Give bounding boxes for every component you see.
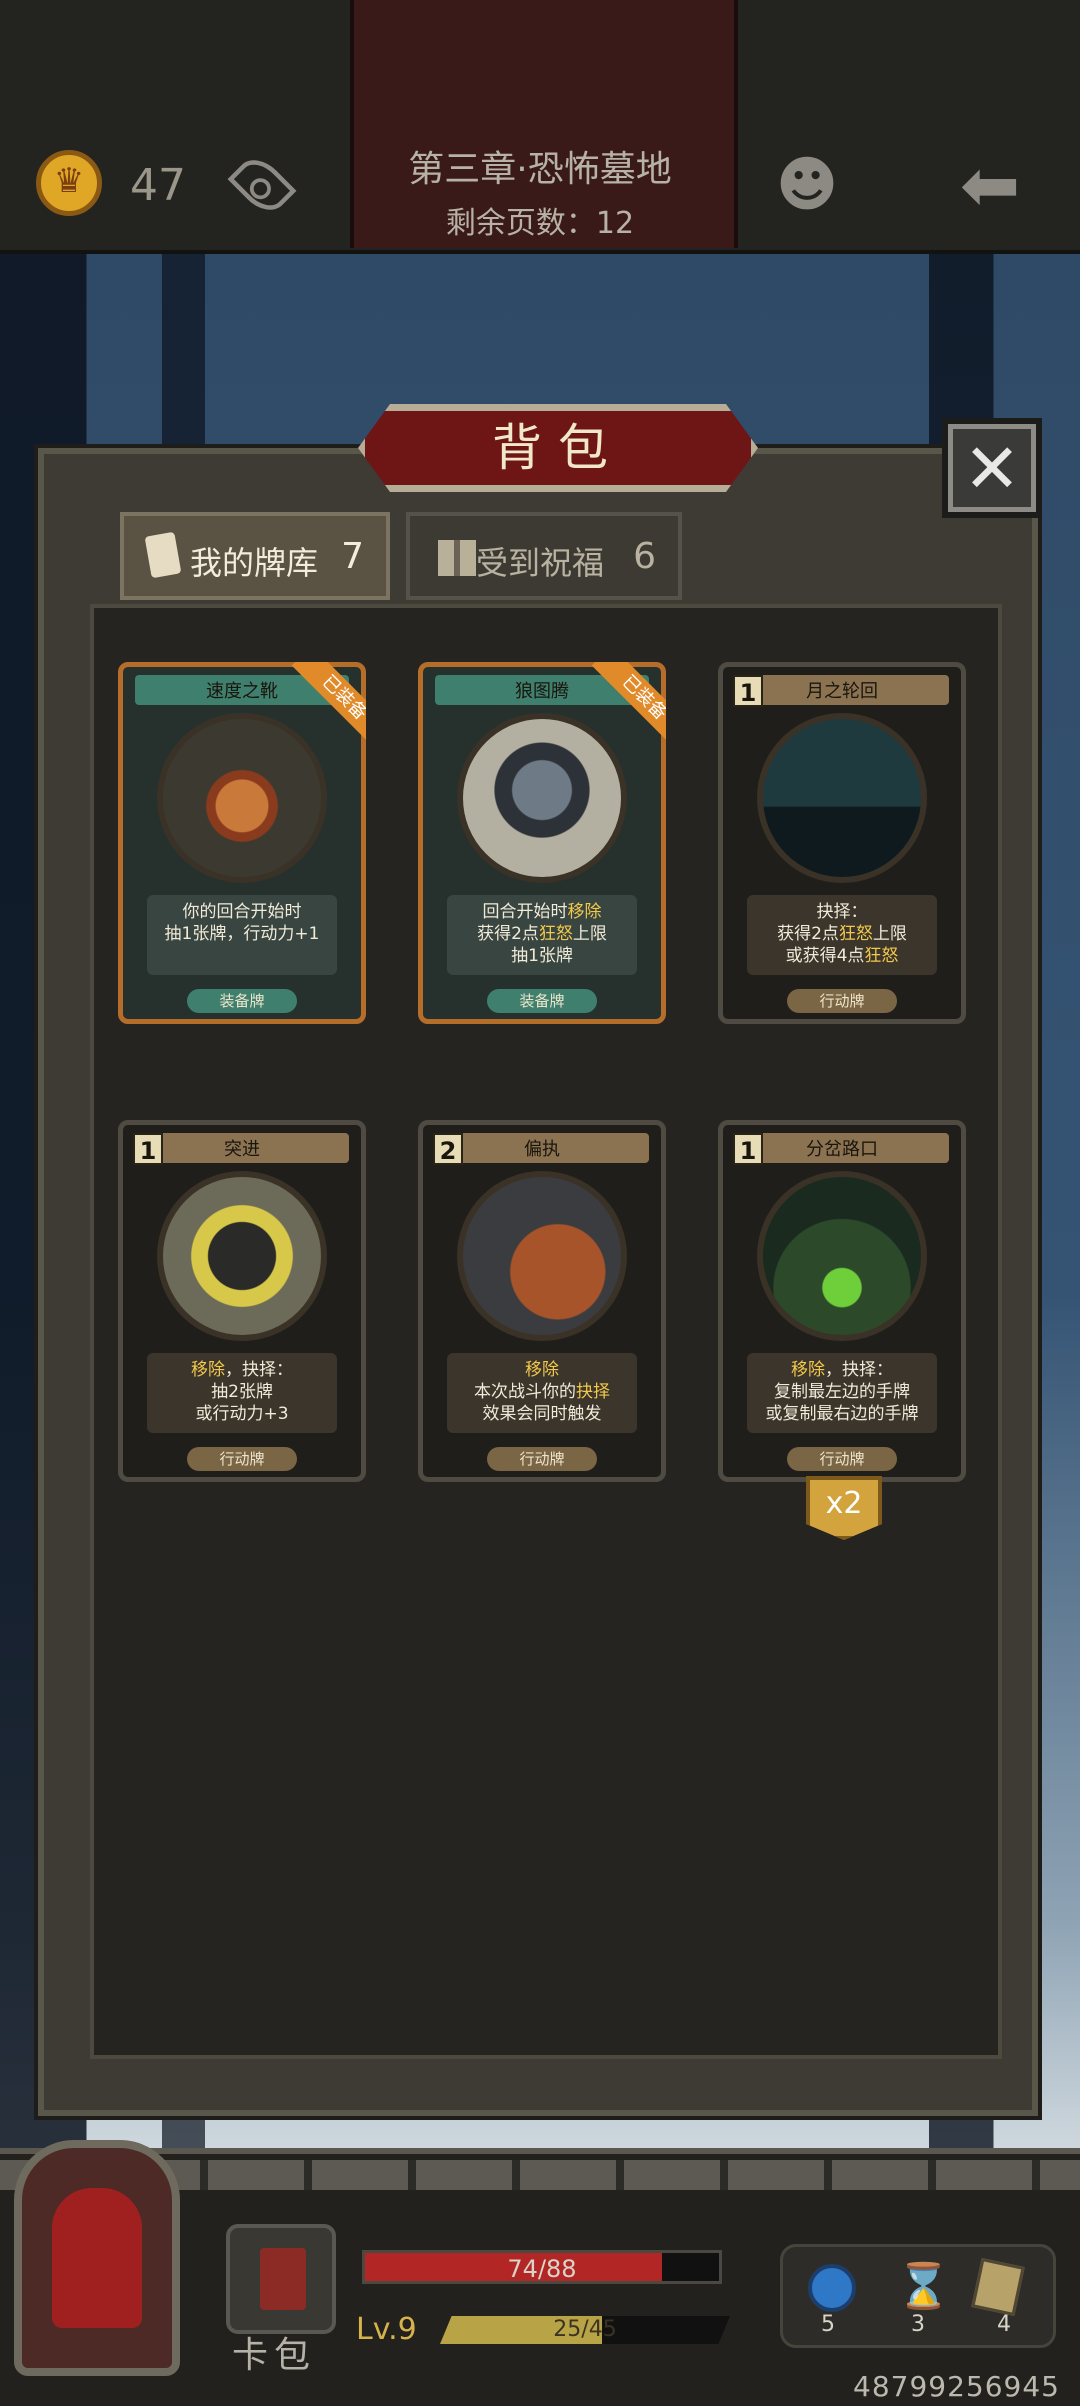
desc-line: 复制最左边的手牌 [774,1382,910,1402]
equipped-label: 已装备 [291,662,366,751]
footer-id: 48799256945 [853,2370,1060,2403]
desc-line: 获得2点狂怒上限 [777,924,907,944]
card-name: 偏执 [524,1139,560,1160]
desc-line: 效果会同时触发 [482,1404,602,1424]
card-type: 行动牌 [787,1447,897,1471]
character-portrait[interactable] [14,2140,180,2376]
equipped-ribbon: 已装备 [276,662,366,752]
card-type: 装备牌 [187,989,297,1013]
tab-label: 受到祝福 [476,544,605,582]
card-wolf-totem[interactable]: 狼图腾 回合开始时移除 获得2点狂怒上限 抽1张牌 装备牌 已装备 [418,662,666,1024]
close-icon: ✕ [963,430,1021,509]
card-cost: 1 [733,1133,763,1165]
tab-label: 我的牌库 [190,544,319,582]
werewolf-dash-art [157,1171,327,1341]
xp-text: 25/45 [553,2317,617,2342]
card-paranoia[interactable]: 偏执 2 移除 本次战斗你的抉择 效果会同时触发 行动牌 [418,1120,666,1482]
card-description: 你的回合开始时 抽1张牌，行动力+1 [147,895,337,975]
card-description: 移除，抉择： 抽2张牌 或行动力+3 [147,1353,337,1433]
close-button[interactable]: ✕ [942,418,1042,518]
card-cost: 1 [733,675,763,707]
xp-bar: 25/45 [440,2316,730,2344]
card-pack-icon[interactable] [226,2224,336,2334]
card-type: 行动牌 [487,1447,597,1471]
health-bar: 74/88 [362,2250,722,2284]
card-name: 分岔路口 [806,1139,878,1160]
gift-icon [438,540,476,576]
card-dash[interactable]: 突进 1 移除，抉择： 抽2张牌 或行动力+3 行动牌 [118,1120,366,1482]
desc-line: 或复制最右边的手牌 [765,1404,919,1424]
desc-line: 本次战斗你的抉择 [474,1382,610,1402]
desc-line: 抽1张牌，行动力+1 [164,924,320,944]
gold-coin-icon [36,150,102,216]
card-type: 行动牌 [787,989,897,1013]
card-crossroads[interactable]: 分岔路口 1 移除，抉择： 复制最左边的手牌 或复制最右边的手牌 行动牌 [718,1120,966,1482]
multiplier-text: x2 [825,1486,863,1521]
card-description: 回合开始时移除 获得2点狂怒上限 抽1张牌 [447,895,637,975]
tab-blessings[interactable]: 受到祝福 6 [406,512,682,600]
card-moon-cycle[interactable]: 月之轮回 1 抉择： 获得2点狂怒上限 或获得4点狂怒 行动牌 [718,662,966,1024]
desc-line: 或获得4点狂怒 [785,946,899,966]
health-text: 74/88 [507,2255,577,2283]
desc-line: 移除 [525,1360,559,1380]
desc-line: 获得2点狂怒上限 [477,924,607,944]
forest-crossroads-art [757,1171,927,1341]
desc-line: 抽1张牌 [511,946,573,966]
card-pack-label: 卡包 [232,2335,317,2376]
item-count: 5 [821,2312,835,2337]
wolf-and-bear-art [457,1171,627,1341]
card-type: 装备牌 [487,989,597,1013]
moon-art [757,713,927,883]
potion-icon[interactable] [808,2264,856,2312]
pet-icon[interactable]: ☻ [772,150,842,220]
desc-line: 抉择： [816,902,868,922]
tab-count: 7 [341,536,364,577]
card-name: 月之轮回 [806,681,878,702]
desc-line: 抽2张牌 [211,1382,273,1402]
coin-count: 47 [130,160,186,211]
equipped-ribbon: 已装备 [576,662,666,752]
tab-my-deck[interactable]: 我的牌库 7 [120,512,390,600]
item-count: 3 [911,2312,925,2337]
desc-line: 回合开始时移除 [482,902,602,922]
hourglass-icon[interactable]: ⌛ [896,2262,951,2312]
card-description: 移除 本次战斗你的抉择 效果会同时触发 [447,1353,637,1433]
dialog-title: 背包 [492,419,624,477]
desc-line: 或行动力+3 [195,1404,289,1424]
card-description: 移除，抉择： 复制最左边的手牌 或复制最右边的手牌 [747,1353,937,1433]
back-arrow-icon[interactable]: ⬅ [950,149,1030,221]
card-type: 行动牌 [187,1447,297,1471]
equipped-label: 已装备 [591,662,666,751]
desc-line: 你的回合开始时 [182,902,302,922]
deck-icon [144,531,182,579]
chapter-title: 第三章·恐怖墓地 [408,149,672,190]
card-description: 抉择： 获得2点狂怒上限 或获得4点狂怒 [747,895,937,975]
desc-line: 移除，抉择： [191,1360,293,1380]
card-cost: 1 [133,1133,163,1165]
level-label: Lv.9 [356,2312,417,2347]
card-cost: 2 [433,1133,463,1165]
card-speed-boots[interactable]: 速度之靴 你的回合开始时 抽1张牌，行动力+1 装备牌 已装备 [118,662,366,1024]
item-count: 4 [997,2312,1011,2337]
desc-line: 移除，抉择： [791,1360,893,1380]
card-name: 突进 [224,1139,260,1160]
pages-remaining: 剩余页数：12 [445,206,635,241]
tab-count: 6 [633,536,656,577]
